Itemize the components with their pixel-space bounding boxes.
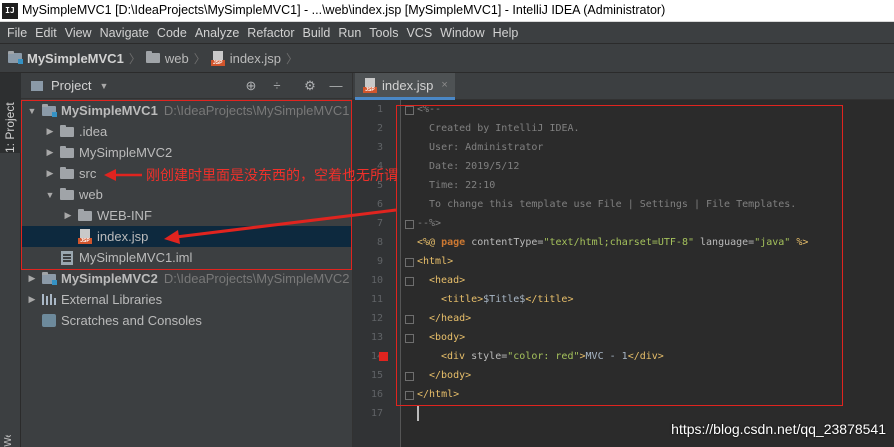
- line-number: 10: [370, 275, 383, 286]
- project-tool-tab-label: 1: Project: [3, 102, 17, 153]
- breadcrumb-file-label: index.jsp: [229, 50, 282, 66]
- line-number: 1: [376, 104, 383, 115]
- project-view-selector[interactable]: Project: [51, 78, 91, 93]
- line-number: 15: [370, 370, 383, 381]
- line-number: 16: [370, 389, 383, 400]
- chevron-right-icon[interactable]: ▶: [25, 273, 39, 284]
- line-number: 2: [376, 123, 383, 134]
- project-view-icon: [31, 80, 43, 91]
- chevron-down-icon[interactable]: ▼: [99, 81, 108, 91]
- menu-run[interactable]: Run: [334, 26, 365, 40]
- app-icon: IJ: [2, 3, 18, 19]
- menu-view[interactable]: View: [61, 26, 96, 40]
- line-number: 9: [376, 256, 383, 267]
- menu-refactor[interactable]: Refactor: [243, 26, 298, 40]
- breadcrumb-project-label: MySimpleMVC1: [27, 50, 124, 66]
- tab-label: index.jsp: [382, 77, 434, 93]
- breadcrumb: MySimpleMVC1 〉 web 〉 JSP index.jsp 〉: [0, 43, 894, 73]
- line-number: 8: [376, 237, 383, 248]
- jsp-file-icon: JSP: [210, 50, 225, 66]
- annotation-text: 刚创建时里面是没东西的，空着也无所谓: [146, 168, 398, 184]
- menu-help[interactable]: Help: [489, 26, 523, 40]
- menu-window[interactable]: Window: [436, 26, 488, 40]
- tree-item-label: External Libraries: [61, 292, 163, 307]
- breadcrumb-separator: 〉: [128, 51, 141, 66]
- line-number: 7: [376, 218, 383, 229]
- line-number: 6: [376, 199, 383, 210]
- annotation-box-tree: [21, 100, 352, 270]
- breadcrumb-folder-label: web: [164, 50, 189, 66]
- breadcrumb-project[interactable]: MySimpleMVC1: [8, 51, 124, 66]
- tree-item-label: MySimpleMVC2: [61, 271, 158, 286]
- line-number: 11: [370, 294, 383, 305]
- menu-vcs[interactable]: VCS: [402, 26, 436, 40]
- tree-item-label: Scratches and Consoles: [61, 313, 202, 328]
- folder-icon: [145, 51, 160, 63]
- menu-analyze[interactable]: Analyze: [191, 26, 243, 40]
- line-number: 3: [376, 142, 383, 153]
- menu-code[interactable]: Code: [153, 26, 191, 40]
- breakpoint-icon[interactable]: [379, 352, 388, 361]
- window-title: MySimpleMVC1 [D:\IdeaProjects\MySimpleMV…: [22, 3, 666, 17]
- menu-tools[interactable]: Tools: [365, 26, 402, 40]
- line-number: 17: [370, 408, 383, 419]
- tree-item-path: D:\IdeaProjects\MySimpleMVC2: [163, 271, 350, 286]
- tree-item-mysimplemvc2[interactable]: ▶ MySimpleMVC2 D:\IdeaProjects\MySimpleM…: [21, 268, 352, 289]
- split-icon[interactable]: ÷: [269, 78, 285, 94]
- web-tool-tab-label[interactable]: Web: [3, 435, 14, 447]
- breadcrumb-separator: 〉: [286, 51, 299, 66]
- breadcrumb-separator: 〉: [193, 51, 206, 66]
- breadcrumb-file[interactable]: JSP index.jsp: [210, 50, 282, 66]
- breadcrumb-folder[interactable]: web: [145, 50, 189, 66]
- editor-tab-bar: JSP index.jsp ×: [353, 73, 894, 100]
- gear-icon[interactable]: ⚙: [302, 78, 318, 94]
- menu-build[interactable]: Build: [299, 26, 335, 40]
- chevron-right-icon[interactable]: ▶: [25, 294, 39, 305]
- tree-item-scratches[interactable]: Scratches and Consoles: [21, 310, 352, 331]
- text-cursor: [417, 406, 419, 421]
- library-icon: [42, 294, 56, 305]
- globe-icon[interactable]: ⊕: [243, 78, 259, 94]
- left-tool-strip: 1: Project Web: [0, 73, 21, 447]
- line-number: 12: [370, 313, 383, 324]
- menu-file[interactable]: File: [3, 26, 31, 40]
- close-icon[interactable]: ×: [441, 79, 447, 91]
- minimize-icon[interactable]: —: [328, 78, 344, 94]
- tree-item-external-libraries[interactable]: ▶ External Libraries: [21, 289, 352, 310]
- line-number: 13: [370, 332, 383, 343]
- tab-index-jsp[interactable]: JSP index.jsp ×: [355, 73, 455, 100]
- title-bar: IJ MySimpleMVC1 [D:\IdeaProjects\MySimpl…: [0, 0, 894, 22]
- watermark: https://blog.csdn.net/qq_23878541: [671, 421, 886, 437]
- module-folder-icon: [42, 271, 57, 285]
- menu-navigate[interactable]: Navigate: [96, 26, 153, 40]
- project-panel-header: Project ▼ ⊕ ÷ ⚙ —: [21, 73, 352, 99]
- module-folder-icon: [8, 51, 23, 64]
- menu-edit[interactable]: Edit: [31, 26, 61, 40]
- project-tool-tab[interactable]: 1: Project: [0, 73, 21, 153]
- menu-bar: File Edit View Navigate Code Analyze Ref…: [0, 22, 894, 43]
- scratch-icon: [42, 314, 56, 327]
- jsp-file-icon: JSP: [363, 77, 377, 93]
- annotation-box-code: [396, 105, 843, 406]
